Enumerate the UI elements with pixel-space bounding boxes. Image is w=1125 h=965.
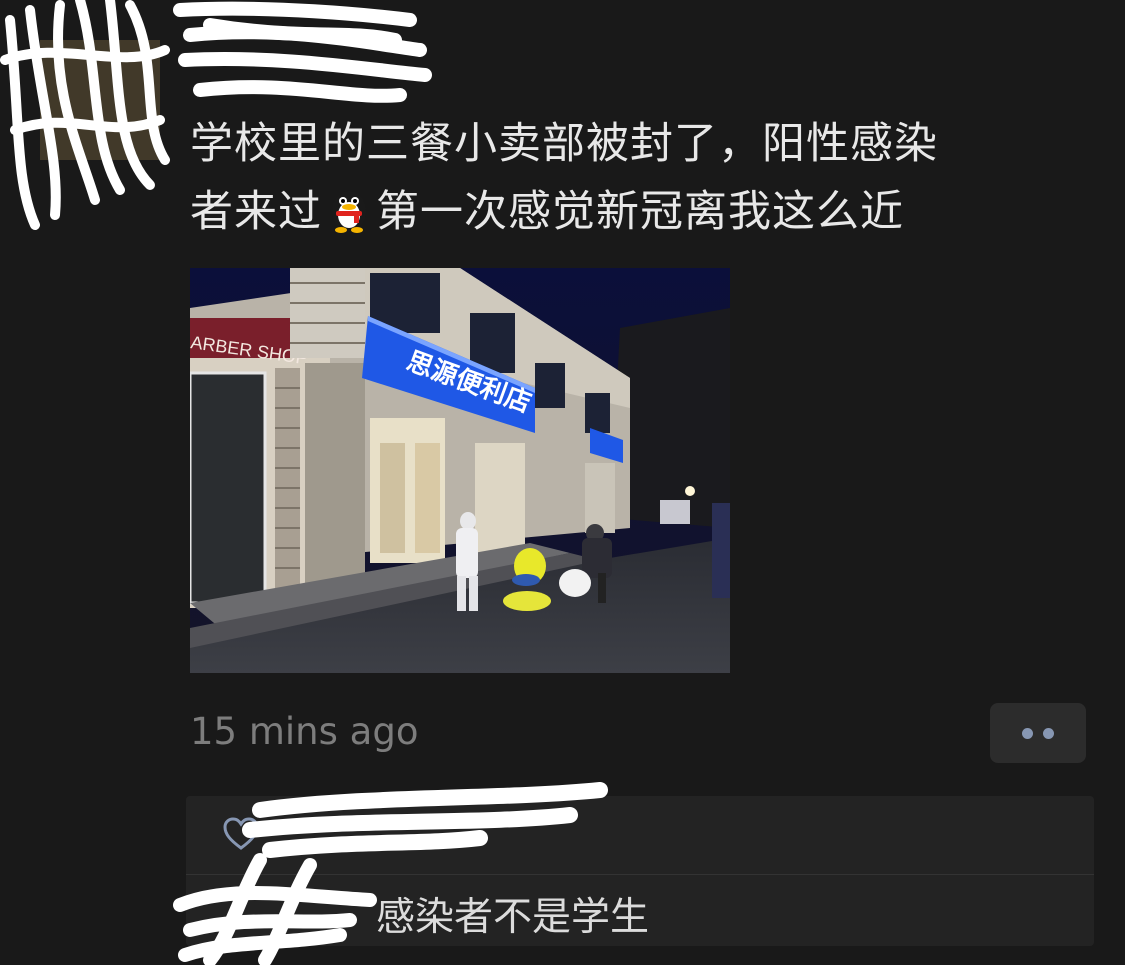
- more-actions-button[interactable]: [990, 703, 1086, 763]
- post-text-part-b: 第一次感觉新冠离我这么近: [376, 187, 904, 237]
- comment-text: 感染者不是学生: [376, 895, 650, 940]
- moments-screen: 学校里的三餐小卖部被封了，阳性感染 者来过 第一次感觉新冠离我这么近 ARBER…: [0, 0, 1125, 965]
- post-text: 学校里的三餐小卖部被封了，阳性感染 者来过 第一次感觉新冠离我这么近: [190, 110, 1090, 246]
- heart-icon: [223, 817, 259, 850]
- post-photo[interactable]: ARBER SHOP 思源便利店: [190, 268, 730, 673]
- post-text-line1: 学校里的三餐小卖部被封了，阳性感染: [190, 119, 938, 169]
- likes-row: [186, 796, 1094, 875]
- more-dots-icon: [1022, 727, 1033, 739]
- redacted-username: [173, 1, 432, 103]
- more-dots-icon: [1043, 727, 1054, 739]
- post-text-line2: 者来过 第一次感觉新冠离我这么近: [190, 178, 1090, 246]
- interactions-panel: 感染者不是学生: [186, 796, 1094, 946]
- avatar[interactable]: [0, 0, 170, 235]
- post-timestamp: 15 mins ago: [190, 710, 419, 753]
- post-text-part-a: 者来过: [190, 187, 322, 237]
- comment-row[interactable]: 感染者不是学生: [186, 876, 1094, 946]
- photo-scene: ARBER SHOP 思源便利店: [190, 268, 730, 673]
- qq-penguin-emoji-icon: [332, 191, 366, 233]
